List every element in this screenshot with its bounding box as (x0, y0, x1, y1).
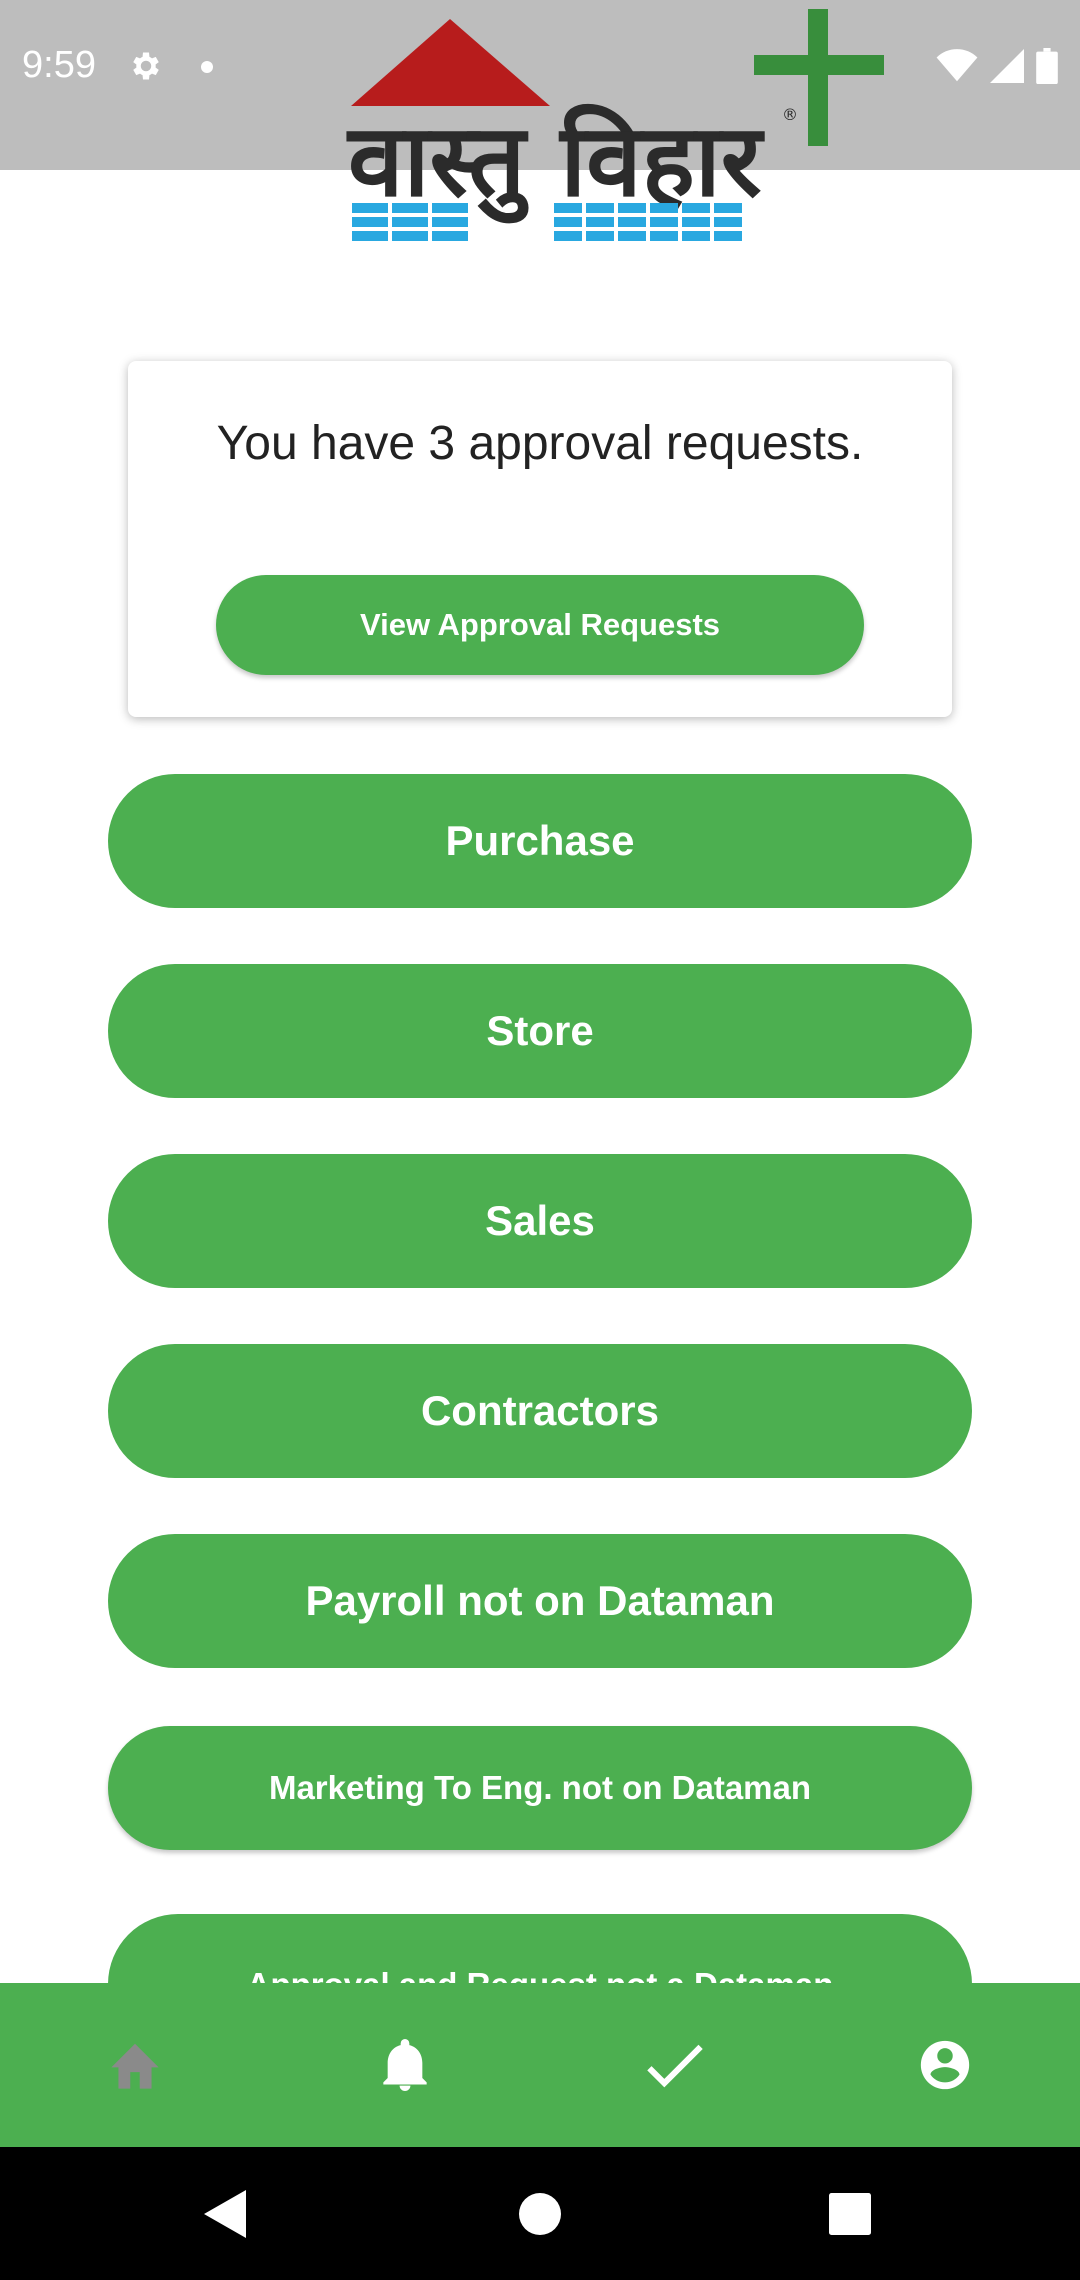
bottom-nav (0, 1983, 1080, 2147)
cellular-signal-icon (990, 49, 1024, 83)
contractors-button[interactable]: Contractors (108, 1344, 972, 1478)
logo-registered-mark: ® (782, 105, 798, 124)
sales-button[interactable]: Sales (108, 1154, 972, 1288)
check-icon (647, 2044, 703, 2088)
nav-notifications[interactable] (270, 1983, 540, 2147)
company-logo: वास्तु विहार ® (346, 9, 884, 241)
wifi-icon (936, 49, 978, 82)
nav-approvals[interactable] (540, 1983, 810, 2147)
bell-icon (383, 2039, 427, 2091)
purchase-button[interactable]: Purchase (108, 774, 972, 908)
store-button[interactable]: Store (108, 964, 972, 1098)
marketing-to-eng-not-on-dataman-button[interactable]: Marketing To Eng. not on Dataman (108, 1726, 972, 1850)
settings-icon (133, 52, 159, 80)
approval-card: You have 3 approval requests. View Appro… (128, 361, 952, 717)
notification-dot-icon (201, 61, 213, 73)
system-back-button[interactable] (165, 2147, 285, 2280)
status-time: 9:59 (22, 44, 96, 86)
screen: 9:59 वास्तु विहार ® You have 3 approval … (0, 0, 1080, 2280)
nav-account[interactable] (810, 1983, 1080, 2147)
battery-icon (1036, 48, 1058, 84)
home-circle-icon (519, 2192, 561, 2235)
approval-message: You have 3 approval requests. (216, 417, 864, 470)
account-icon (920, 2040, 970, 2090)
system-recents-button[interactable] (790, 2147, 910, 2280)
view-approval-requests-button[interactable]: View Approval Requests (216, 575, 864, 675)
back-icon (204, 2189, 246, 2238)
nav-home[interactable] (0, 1983, 270, 2147)
system-nav-bar (0, 2147, 1080, 2280)
system-home-button[interactable] (480, 2147, 600, 2280)
status-icons (936, 48, 1058, 84)
recents-icon (829, 2192, 871, 2235)
logo-roof-icon (351, 19, 550, 106)
home-icon (111, 2043, 159, 2089)
payroll-not-on-dataman-button[interactable]: Payroll not on Dataman (108, 1534, 972, 1668)
